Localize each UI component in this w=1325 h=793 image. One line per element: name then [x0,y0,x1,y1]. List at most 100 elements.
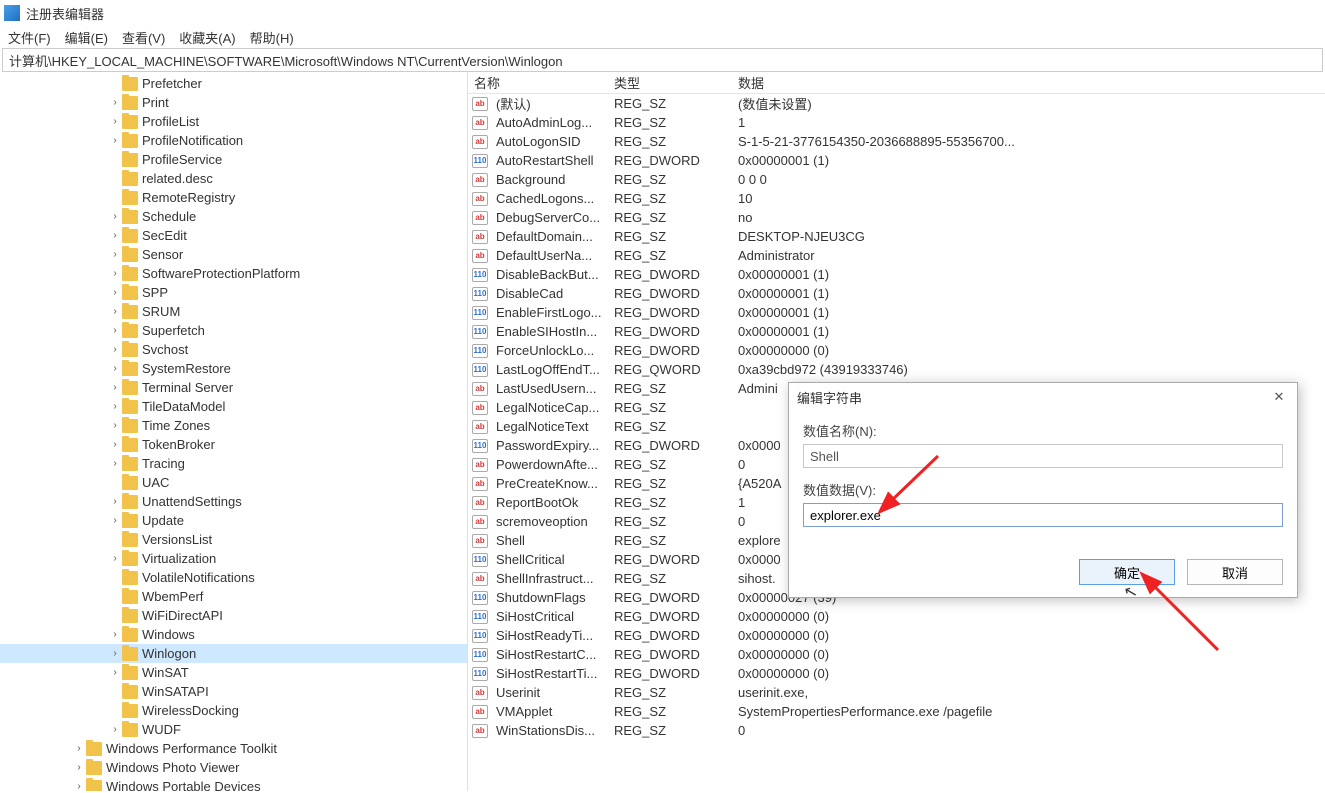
tree-item[interactable]: ›Svchost [0,340,467,359]
list-row[interactable]: 110AutoRestartShellREG_DWORD0x00000001 (… [468,151,1325,170]
menu-help[interactable]: 帮助(H) [250,28,294,47]
tree-item[interactable]: ›UnattendSettings [0,492,467,511]
tree-item[interactable]: ›Time Zones [0,416,467,435]
list-row[interactable]: 110DisableCadREG_DWORD0x00000001 (1) [468,284,1325,303]
expand-caret-icon[interactable]: › [108,306,122,317]
expand-caret-icon[interactable]: › [108,382,122,393]
list-row[interactable]: 110SiHostRestartC...REG_DWORD0x00000000 … [468,645,1325,664]
expand-caret-icon[interactable]: › [108,420,122,431]
tree-item[interactable]: ›ProfileNotification [0,131,467,150]
list-row[interactable]: 110DisableBackBut...REG_DWORD0x00000001 … [468,265,1325,284]
expand-caret-icon[interactable]: › [108,344,122,355]
col-data[interactable]: 数据 [732,73,1325,92]
list-row[interactable]: 110EnableSIHostIn...REG_DWORD0x00000001 … [468,322,1325,341]
expand-caret-icon[interactable]: › [108,496,122,507]
tree-item[interactable]: ›WinSAT [0,663,467,682]
expand-caret-icon[interactable]: › [108,724,122,735]
tree-item[interactable]: WinSATAPI [0,682,467,701]
expand-caret-icon[interactable]: › [108,553,122,564]
expand-caret-icon[interactable]: › [108,97,122,108]
list-row[interactable]: abWinStationsDis...REG_SZ0 [468,721,1325,740]
tree-item[interactable]: related.desc [0,169,467,188]
list-row[interactable]: 110ForceUnlockLo...REG_DWORD0x00000000 (… [468,341,1325,360]
list-row[interactable]: abAutoLogonSIDREG_SZS-1-5-21-3776154350-… [468,132,1325,151]
tree-item[interactable]: ›Schedule [0,207,467,226]
tree-item[interactable]: ›Print [0,93,467,112]
tree-item[interactable]: ›Tracing [0,454,467,473]
expand-caret-icon[interactable]: › [108,230,122,241]
tree-item[interactable]: WbemPerf [0,587,467,606]
list-row[interactable]: abBackgroundREG_SZ0 0 0 [468,170,1325,189]
expand-caret-icon[interactable]: › [72,781,86,791]
expand-caret-icon[interactable]: › [108,439,122,450]
expand-caret-icon[interactable]: › [108,135,122,146]
tree-item[interactable]: ›Windows Portable Devices [0,777,467,791]
list-row[interactable]: ab(默认)REG_SZ(数值未设置) [468,94,1325,113]
list-header[interactable]: 名称 类型 数据 [468,72,1325,94]
expand-caret-icon[interactable]: › [108,287,122,298]
list-row[interactable]: abDebugServerCo...REG_SZno [468,208,1325,227]
expand-caret-icon[interactable]: › [72,743,86,754]
menu-file[interactable]: 文件(F) [8,28,51,47]
ok-button[interactable]: 确定 [1079,559,1175,585]
tree-item[interactable]: WiFiDirectAPI [0,606,467,625]
tree-item[interactable]: ProfileService [0,150,467,169]
cancel-button[interactable]: 取消 [1187,559,1283,585]
expand-caret-icon[interactable]: › [108,515,122,526]
list-row[interactable]: abAutoAdminLog...REG_SZ1 [468,113,1325,132]
tree-item[interactable]: ›SoftwareProtectionPlatform [0,264,467,283]
close-icon[interactable]: ✕ [1269,389,1289,405]
tree-item[interactable]: ›SystemRestore [0,359,467,378]
col-type[interactable]: 类型 [608,73,732,92]
expand-caret-icon[interactable]: › [108,458,122,469]
expand-caret-icon[interactable]: › [108,325,122,336]
tree-item[interactable]: WirelessDocking [0,701,467,720]
tree-item[interactable]: ›Terminal Server [0,378,467,397]
tree-item[interactable]: ›Virtualization [0,549,467,568]
list-row[interactable]: abUserinitREG_SZuserinit.exe, [468,683,1325,702]
tree-item[interactable]: Prefetcher [0,74,467,93]
expand-caret-icon[interactable]: › [108,116,122,127]
tree-item[interactable]: ›Windows [0,625,467,644]
tree-item[interactable]: ›WUDF [0,720,467,739]
expand-caret-icon[interactable]: › [108,648,122,659]
tree-item[interactable]: ›Update [0,511,467,530]
expand-caret-icon[interactable]: › [108,629,122,640]
menu-fav[interactable]: 收藏夹(A) [179,28,235,47]
list-row[interactable]: abVMAppletREG_SZSystemPropertiesPerforma… [468,702,1325,721]
list-row[interactable]: 110LastLogOffEndT...REG_QWORD0xa39cbd972… [468,360,1325,379]
tree-item[interactable]: ›Superfetch [0,321,467,340]
menu-view[interactable]: 查看(V) [122,28,165,47]
list-row[interactable]: abCachedLogons...REG_SZ10 [468,189,1325,208]
expand-caret-icon[interactable]: › [108,401,122,412]
tree-item[interactable]: ›Winlogon [0,644,467,663]
expand-caret-icon[interactable]: › [108,249,122,260]
list-row[interactable]: abDefaultUserNa...REG_SZAdministrator [468,246,1325,265]
tree-item[interactable]: ›SecEdit [0,226,467,245]
tree-item[interactable]: ›Windows Photo Viewer [0,758,467,777]
list-row[interactable]: abDefaultDomain...REG_SZDESKTOP-NJEU3CG [468,227,1325,246]
tree-item[interactable]: ›TileDataModel [0,397,467,416]
expand-caret-icon[interactable]: › [108,211,122,222]
tree-item[interactable]: ›ProfileList [0,112,467,131]
value-data-input[interactable] [803,503,1283,527]
registry-tree[interactable]: Prefetcher›Print›ProfileList›ProfileNoti… [0,72,468,791]
expand-caret-icon[interactable]: › [72,762,86,773]
expand-caret-icon[interactable]: › [108,268,122,279]
tree-item[interactable]: RemoteRegistry [0,188,467,207]
tree-item[interactable]: ›SRUM [0,302,467,321]
tree-item[interactable]: ›SPP [0,283,467,302]
expand-caret-icon[interactable]: › [108,363,122,374]
tree-item[interactable]: ›Windows Performance Toolkit [0,739,467,758]
menu-edit[interactable]: 编辑(E) [65,28,108,47]
col-name[interactable]: 名称 [468,73,608,92]
tree-item[interactable]: ›TokenBroker [0,435,467,454]
address-bar[interactable]: 计算机\HKEY_LOCAL_MACHINE\SOFTWARE\Microsof… [2,48,1323,72]
tree-item[interactable]: VersionsList [0,530,467,549]
tree-item[interactable]: UAC [0,473,467,492]
tree-item[interactable]: ›Sensor [0,245,467,264]
list-row[interactable]: 110SiHostRestartTi...REG_DWORD0x00000000… [468,664,1325,683]
expand-caret-icon[interactable]: › [108,667,122,678]
list-row[interactable]: 110SiHostCriticalREG_DWORD0x00000000 (0) [468,607,1325,626]
list-row[interactable]: 110SiHostReadyTi...REG_DWORD0x00000000 (… [468,626,1325,645]
